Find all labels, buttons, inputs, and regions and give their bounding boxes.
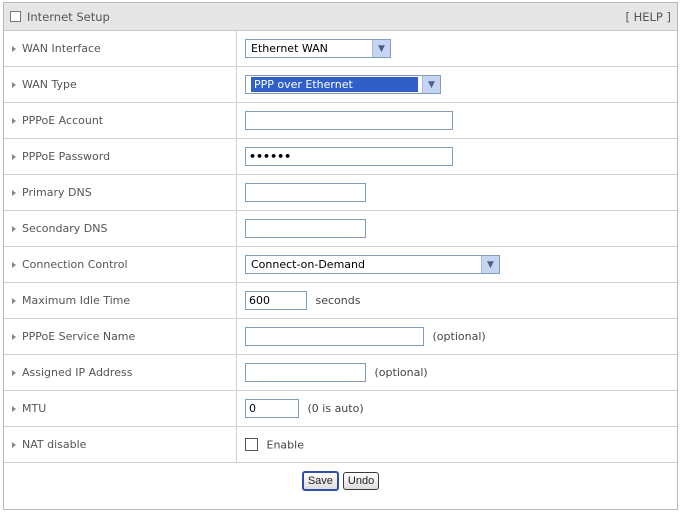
row-max-idle-time: Maximum Idle Time 600 seconds [4,282,677,319]
arrow-right-icon [12,154,16,160]
row-assigned-ip: Assigned IP Address (optional) [4,354,677,391]
row-nat-disable: NAT disable Enable [4,426,677,462]
mtu-input[interactable]: 0 [245,399,299,418]
arrow-right-icon [12,334,16,340]
help-link[interactable]: [ HELP ] [625,10,671,24]
nat-enable-label: Enable [266,438,304,452]
secondary-dns-input[interactable] [245,219,366,238]
panel-title: Internet Setup [27,9,110,24]
assigned-ip-note: (optional) [374,366,428,379]
primary-dns-input[interactable] [245,183,366,202]
connection-control-select[interactable]: Connect-on-Demand ▼ [245,255,500,274]
assigned-ip-label: Assigned IP Address [22,366,133,379]
save-button[interactable]: Save [301,470,339,491]
arrow-right-icon [12,262,16,268]
row-primary-dns: Primary DNS [4,174,677,211]
panel-header: Internet Setup [ HELP ] [4,3,677,31]
wan-interface-select[interactable]: Ethernet WAN ▼ [245,39,391,58]
assigned-ip-input[interactable] [245,363,366,382]
row-secondary-dns: Secondary DNS [4,210,677,247]
row-pppoe-password: PPPoE Password •••••• [4,138,677,175]
arrow-right-icon [12,82,16,88]
pppoe-password-label: PPPoE Password [22,150,111,163]
row-wan-interface: WAN Interface Ethernet WAN ▼ [4,31,677,67]
mtu-note: (0 is auto) [307,402,364,415]
button-row: Save Undo [4,462,677,498]
max-idle-time-input[interactable]: 600 [245,291,307,310]
row-wan-type: WAN Type PPP over Ethernet ▼ [4,66,677,103]
settings-table: WAN Interface Ethernet WAN ▼ WAN Type PP… [4,31,677,462]
service-name-note: (optional) [432,330,486,343]
connection-control-label: Connection Control [22,258,128,271]
nat-disable-label: NAT disable [22,438,87,451]
arrow-right-icon [12,406,16,412]
chevron-down-icon: ▼ [372,40,390,57]
pppoe-account-label: PPPoE Account [22,114,104,127]
primary-dns-label: Primary DNS [22,186,92,199]
nat-enable-checkbox[interactable] [245,438,258,452]
undo-button[interactable]: Undo [342,471,380,490]
pppoe-account-input[interactable] [245,111,453,130]
service-name-label: PPPoE Service Name [22,330,136,343]
arrow-right-icon [12,298,16,304]
max-idle-time-label: Maximum Idle Time [22,294,131,307]
service-name-input[interactable] [245,327,424,346]
row-pppoe-account: PPPoE Account [4,102,677,139]
arrow-right-icon [12,370,16,376]
arrow-right-icon [12,442,16,448]
row-connection-control: Connection Control Connect-on-Demand ▼ [4,246,677,283]
internet-setup-panel: Internet Setup [ HELP ] WAN Interface Et… [3,2,678,510]
row-service-name: PPPoE Service Name (optional) [4,318,677,355]
pppoe-password-input[interactable]: •••••• [245,147,453,166]
row-mtu: MTU 0 (0 is auto) [4,390,677,427]
mtu-label: MTU [22,402,47,415]
chevron-down-icon: ▼ [481,256,499,273]
wan-interface-label: WAN Interface [22,42,101,55]
max-idle-time-unit: seconds [315,294,361,307]
wan-type-select[interactable]: PPP over Ethernet ▼ [245,75,441,94]
wan-type-label: WAN Type [22,78,77,91]
arrow-right-icon [12,46,16,52]
arrow-right-icon [12,226,16,232]
chevron-down-icon: ▼ [422,76,440,93]
arrow-right-icon [12,190,16,196]
arrow-right-icon [12,118,16,124]
square-icon [10,11,21,22]
secondary-dns-label: Secondary DNS [22,222,108,235]
